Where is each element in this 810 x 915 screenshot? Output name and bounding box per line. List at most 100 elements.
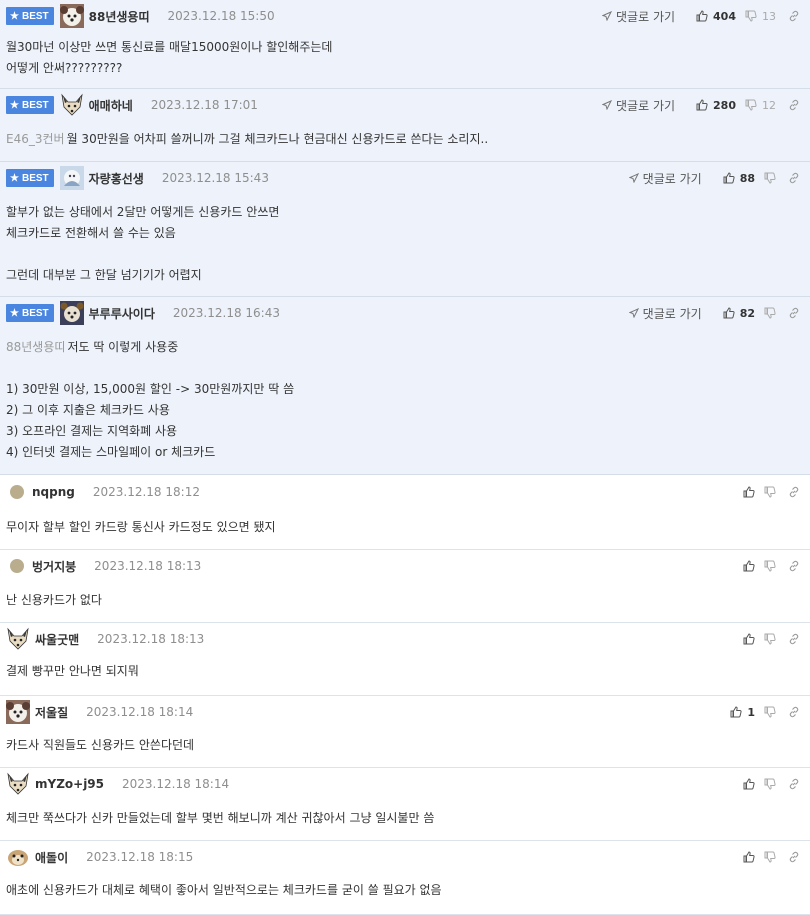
- copy-link-button[interactable]: [788, 633, 800, 645]
- blue-photo-avatar[interactable]: [59, 166, 84, 190]
- dot-avatar[interactable]: [10, 559, 24, 573]
- upvote-count: 1: [747, 705, 755, 719]
- upvote-button[interactable]: [743, 851, 755, 863]
- nickname[interactable]: 부루루사이다: [89, 305, 155, 322]
- downvote-button[interactable]: [764, 172, 776, 184]
- copy-link-button[interactable]: [788, 486, 800, 498]
- reply-label: 댓글로 가기: [642, 306, 702, 321]
- comment-header: ★ BEST 자량홍선생 2023.12.18 15:43: [6, 166, 269, 190]
- dog-photo-avatar[interactable]: [6, 700, 30, 724]
- copy-link-button[interactable]: [788, 307, 800, 319]
- comment-body: 난 신용카드가 없다: [6, 590, 102, 611]
- go-to-reply-link[interactable]: 댓글로 가기: [602, 97, 675, 114]
- nickname[interactable]: 싸울굿맨: [35, 631, 79, 648]
- downvote-button[interactable]: [764, 307, 776, 319]
- dog-photo-avatar[interactable]: [59, 4, 84, 28]
- go-to-reply-link[interactable]: 댓글로 가기: [602, 8, 675, 25]
- comment-item: mYZo+j95 2023.12.18 18:14 체크만 쭉쓰다가 신카 만들…: [0, 768, 810, 841]
- comment-actions: 댓글로 가기 88: [628, 168, 800, 188]
- nickname[interactable]: mYZo+j95: [35, 777, 104, 791]
- downvote-button[interactable]: 13: [745, 10, 776, 23]
- send-arrow-icon: [602, 100, 613, 110]
- comment-text: 애초에 신용카드가 대체로 혜택이 좋아서 일반적으로는 체크카드를 굳이 쓸 …: [6, 883, 442, 897]
- copy-link-button[interactable]: [788, 99, 800, 111]
- comment-date: 2023.12.18 17:01: [150, 98, 258, 112]
- upvote-button[interactable]: [743, 633, 755, 645]
- upvote-count: 404: [713, 9, 736, 23]
- upvote-button[interactable]: 404: [696, 10, 736, 23]
- copy-link-button[interactable]: [788, 851, 800, 863]
- go-to-reply-link[interactable]: 댓글로 가기: [628, 170, 702, 187]
- comment-item: ★ BEST 부루루사이다 2023.12.18 16:43 댓글로 가기 82 …: [0, 297, 810, 475]
- nickname[interactable]: 88년생용띠: [89, 8, 150, 25]
- comment-text: 월 30만원을 어차피 쓸꺼니까 그걸 체크카드나 현금대신 신용카드로 쓴다는…: [66, 132, 489, 146]
- mention[interactable]: E46_3컨버: [6, 132, 65, 146]
- upvote-button[interactable]: 82: [723, 307, 755, 320]
- comment-body: 무이자 할부 할인 카드랑 통신사 카드정도 있으면 됐지: [6, 517, 276, 538]
- best-label: BEST: [21, 10, 49, 22]
- nickname[interactable]: 애매하네: [89, 97, 133, 114]
- comment-actions: [734, 482, 800, 502]
- copy-link-button[interactable]: [788, 172, 800, 184]
- comment-body: 체크만 쭉쓰다가 신카 만들었는데 할부 몇번 해보니까 계산 귀찮아서 그냥 …: [6, 808, 434, 829]
- dot-avatar[interactable]: [10, 485, 24, 499]
- comment-header: 싸울굿맨 2023.12.18 18:13: [6, 627, 205, 651]
- fox-avatar[interactable]: [6, 772, 30, 796]
- fox-avatar[interactable]: [60, 93, 84, 117]
- copy-link-button[interactable]: [788, 706, 800, 718]
- upvote-button[interactable]: 280: [696, 99, 736, 112]
- upvote-count: 88: [739, 171, 755, 185]
- upvote-button[interactable]: 1: [730, 706, 755, 719]
- copy-link-button[interactable]: [788, 778, 800, 790]
- meerkat-avatar[interactable]: [6, 845, 30, 869]
- comment-body: 월30마넌 이상만 쓰면 통신료를 매달15000원이나 할인해주는데 어떻게 …: [6, 37, 332, 79]
- nickname[interactable]: 저울질: [35, 704, 68, 721]
- nickname[interactable]: 벙거지붕: [32, 558, 76, 575]
- comment-text: 결제 빵꾸만 안나면 되지뭐: [6, 664, 139, 678]
- comment-actions: 댓글로 가기 280 12: [602, 95, 800, 115]
- downvote-button[interactable]: [764, 486, 776, 498]
- nickname[interactable]: nqpng: [32, 485, 75, 499]
- comment-text: 월30마넌 이상만 쓰면 통신료를 매달15000원이나 할인해주는데 어떻게 …: [6, 40, 333, 75]
- downvote-button[interactable]: [764, 778, 776, 790]
- fox-avatar[interactable]: [6, 627, 30, 651]
- copy-link-button[interactable]: [788, 10, 800, 22]
- comment-date: 2023.12.18 18:15: [86, 850, 194, 864]
- upvote-button[interactable]: [743, 560, 755, 572]
- comment-date: 2023.12.18 15:43: [161, 171, 269, 185]
- comment-header: ★ BEST 88년생용띠 2023.12.18 15:50: [6, 4, 275, 28]
- thumbs-down-icon: [764, 851, 776, 863]
- best-badge: ★ BEST: [6, 96, 54, 114]
- downvote-button[interactable]: [764, 560, 776, 572]
- downvote-button[interactable]: [764, 633, 776, 645]
- thumbs-up-icon: [743, 851, 755, 863]
- comment-text: 할부가 없는 상태에서 2달만 어떻게든 신용카드 안쓰면 체크카드로 전환해서…: [6, 205, 280, 282]
- downvote-button[interactable]: 12: [745, 99, 776, 112]
- thumbs-down-icon: [764, 706, 776, 718]
- upvote-button[interactable]: 88: [723, 172, 755, 185]
- mention[interactable]: 88년생용띠: [6, 340, 65, 354]
- comment-item: 애돌이 2023.12.18 18:15 애초에 신용카드가 대체로 혜택이 좋…: [0, 841, 810, 915]
- downvote-button[interactable]: [764, 706, 776, 718]
- upvote-button[interactable]: [743, 486, 755, 498]
- comment-actions: 댓글로 가기 404 13: [602, 6, 800, 26]
- upvote-button[interactable]: [743, 778, 755, 790]
- comment-date: 2023.12.18 18:14: [122, 777, 230, 791]
- nickname[interactable]: 자량홍선생: [89, 170, 144, 187]
- thumbs-up-icon: [723, 307, 735, 319]
- thumbs-down-icon: [764, 172, 776, 184]
- go-to-reply-link[interactable]: 댓글로 가기: [628, 305, 702, 322]
- downvote-button[interactable]: [764, 851, 776, 863]
- comment-item: 싸울굿맨 2023.12.18 18:13 결제 빵꾸만 안나면 되지뭐: [0, 623, 810, 696]
- dark-photo-avatar[interactable]: [59, 301, 84, 325]
- comment-actions: [734, 556, 800, 576]
- downvote-count: 12: [762, 98, 776, 112]
- reply-label: 댓글로 가기: [642, 171, 702, 186]
- best-label: BEST: [21, 99, 49, 111]
- comment-actions: [734, 774, 800, 794]
- comment-date: 2023.12.18 18:13: [97, 632, 205, 646]
- link-icon: [789, 172, 799, 184]
- nickname[interactable]: 애돌이: [35, 849, 68, 866]
- copy-link-button[interactable]: [788, 560, 800, 572]
- send-arrow-icon: [628, 173, 639, 183]
